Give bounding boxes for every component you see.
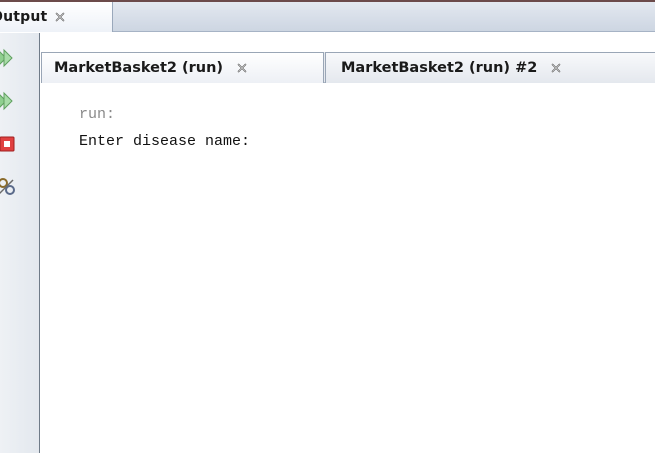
console-output[interactable]: run: Enter disease name: (41, 83, 655, 453)
output-panel-tab[interactable]: Output (0, 2, 113, 32)
tab-run-1[interactable]: MarketBasket2 (run) (41, 52, 324, 83)
close-icon[interactable] (237, 63, 247, 73)
close-icon[interactable] (551, 63, 561, 73)
run-tabs-bar: MarketBasket2 (run) MarketBasket2 (run) … (41, 52, 655, 83)
tab-run-2[interactable]: MarketBasket2 (run) #2 (325, 52, 655, 83)
console-run-line: run: (79, 106, 116, 123)
stop-icon[interactable] (0, 133, 16, 155)
rerun-with-options-icon[interactable] (0, 90, 16, 112)
console-prompt-line: Enter disease name: (79, 133, 251, 150)
tab-run-1-label: MarketBasket2 (run) (54, 60, 224, 76)
output-panel-title: Output (0, 9, 48, 25)
close-icon[interactable] (55, 12, 65, 22)
output-window: Output (0, 0, 655, 453)
tab-run-2-label: MarketBasket2 (run) #2 (341, 60, 538, 76)
output-header-bar: Output (0, 2, 655, 32)
settings-icon[interactable] (0, 176, 16, 198)
output-toolbar (0, 33, 40, 453)
rerun-icon[interactable] (0, 47, 16, 69)
